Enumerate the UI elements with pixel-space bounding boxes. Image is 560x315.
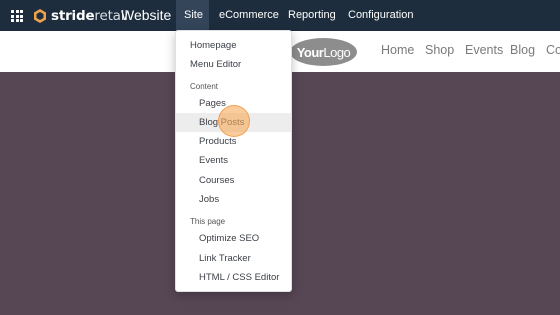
menu-ecommerce[interactable]: eCommerce: [211, 0, 287, 31]
dropdown-header-this-page: This page: [190, 217, 226, 226]
site-logo[interactable]: Your Logo: [290, 38, 357, 66]
click-highlight-cursor: [218, 105, 250, 137]
dropdown-item-homepage[interactable]: Homepage: [176, 36, 291, 55]
brand-logo[interactable]: strideretail: [32, 7, 128, 25]
site-dropdown-menu: Homepage Menu Editor Content Pages Blog …: [175, 30, 292, 292]
nav-shop[interactable]: Shop: [425, 43, 454, 57]
top-navbar: strideretail Website Site eCommerce Repo…: [0, 0, 560, 31]
app-name[interactable]: Website: [121, 7, 171, 23]
menu-reporting[interactable]: Reporting: [280, 0, 344, 31]
dropdown-item-link-tracker[interactable]: Link Tracker: [176, 249, 291, 268]
menu-site[interactable]: Site: [176, 0, 209, 31]
dropdown-item-events[interactable]: Events: [176, 151, 291, 170]
menu-configuration[interactable]: Configuration: [340, 0, 421, 31]
nav-home[interactable]: Home: [381, 43, 414, 57]
apps-grid-icon[interactable]: [11, 10, 23, 22]
dropdown-header-content: Content: [190, 82, 219, 91]
dropdown-item-courses[interactable]: Courses: [176, 171, 291, 190]
dropdown-item-html-css-editor[interactable]: HTML / CSS Editor: [176, 268, 291, 287]
nav-blog[interactable]: Blog: [510, 43, 535, 57]
nav-contact[interactable]: Co: [546, 43, 560, 57]
brand-text: strideretail: [51, 8, 128, 24]
dropdown-item-optimize-seo[interactable]: Optimize SEO: [176, 229, 291, 248]
dropdown-item-jobs[interactable]: Jobs: [176, 190, 291, 209]
brand-mark-icon: [34, 9, 46, 23]
dropdown-item-menu-editor[interactable]: Menu Editor: [176, 55, 291, 74]
nav-events[interactable]: Events: [465, 43, 503, 57]
